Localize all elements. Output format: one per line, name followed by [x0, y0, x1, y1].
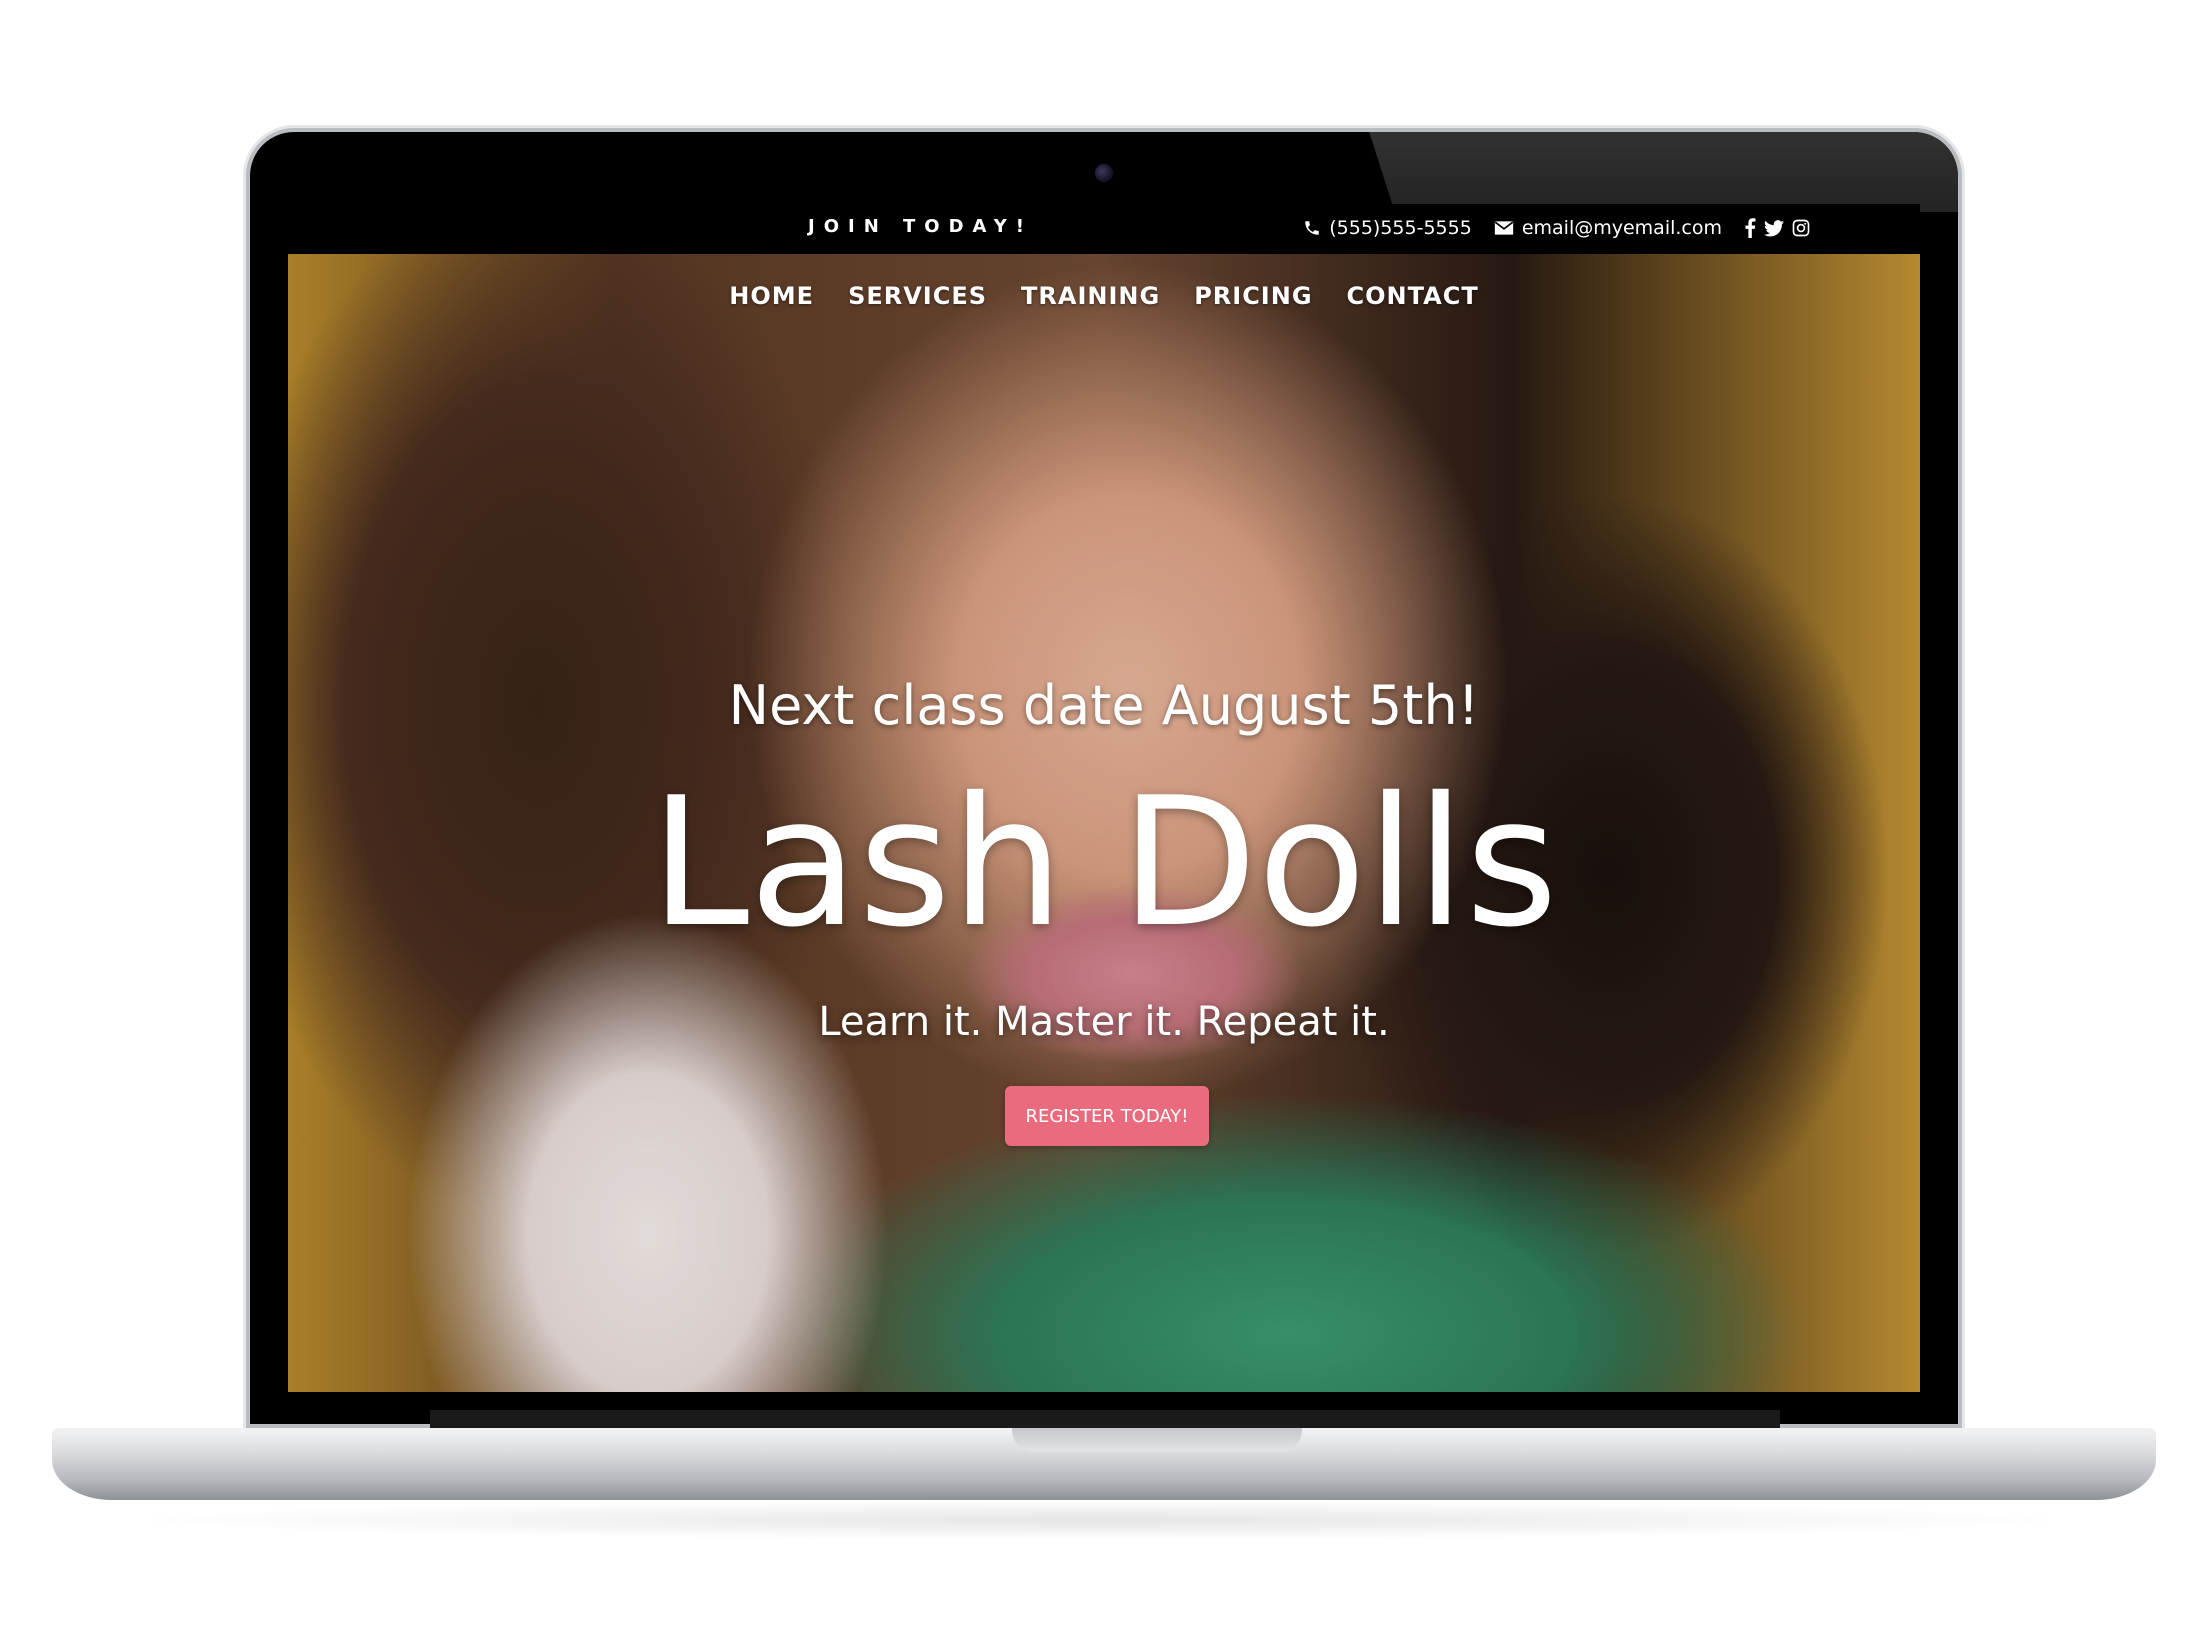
laptop-shadow — [120, 1500, 2080, 1540]
lid-glare — [1369, 132, 1958, 212]
main-nav: HOME SERVICES TRAINING PRICING CONTACT — [288, 282, 1920, 310]
nav-services[interactable]: SERVICES — [848, 282, 987, 310]
phone-icon — [1303, 219, 1321, 237]
facebook-icon[interactable] — [1744, 218, 1756, 238]
laptop-base-notch — [1012, 1428, 1302, 1452]
hero-title: Lash Dolls — [650, 759, 1558, 966]
register-button[interactable]: REGISTER TODAY! — [1005, 1086, 1209, 1146]
camera-icon — [1095, 164, 1113, 182]
envelope-icon — [1494, 220, 1514, 236]
laptop-hinge — [430, 1410, 1780, 1428]
phone-number: (555)555-5555 — [1329, 217, 1472, 239]
social-links — [1744, 218, 1810, 238]
laptop-screen: JOIN TODAY! (555)555-5555 email@myemail.… — [288, 204, 1920, 1392]
phone-link[interactable]: (555)555-5555 — [1303, 217, 1472, 239]
nav-training[interactable]: TRAINING — [1021, 282, 1160, 310]
contact-info: (555)555-5555 email@myemail.com — [1303, 217, 1810, 239]
nav-home[interactable]: HOME — [729, 282, 814, 310]
nav-pricing[interactable]: PRICING — [1194, 282, 1312, 310]
twitter-icon[interactable] — [1764, 219, 1784, 237]
nav-contact[interactable]: CONTACT — [1347, 282, 1479, 310]
laptop-base — [52, 1428, 2156, 1500]
topbar: JOIN TODAY! (555)555-5555 email@myemail.… — [288, 204, 1920, 254]
join-today-link[interactable]: JOIN TODAY! — [808, 216, 1033, 237]
instagram-icon[interactable] — [1792, 219, 1810, 237]
email-link[interactable]: email@myemail.com — [1494, 217, 1722, 239]
hero-section: HOME SERVICES TRAINING PRICING CONTACT N… — [288, 254, 1920, 1392]
laptop-lid: JOIN TODAY! (555)555-5555 email@myemail.… — [250, 132, 1958, 1424]
hero-tagline: Learn it. Master it. Repeat it. — [818, 999, 1390, 1045]
email-address: email@myemail.com — [1521, 217, 1722, 239]
next-class-date: Next class date August 5th! — [728, 674, 1480, 737]
